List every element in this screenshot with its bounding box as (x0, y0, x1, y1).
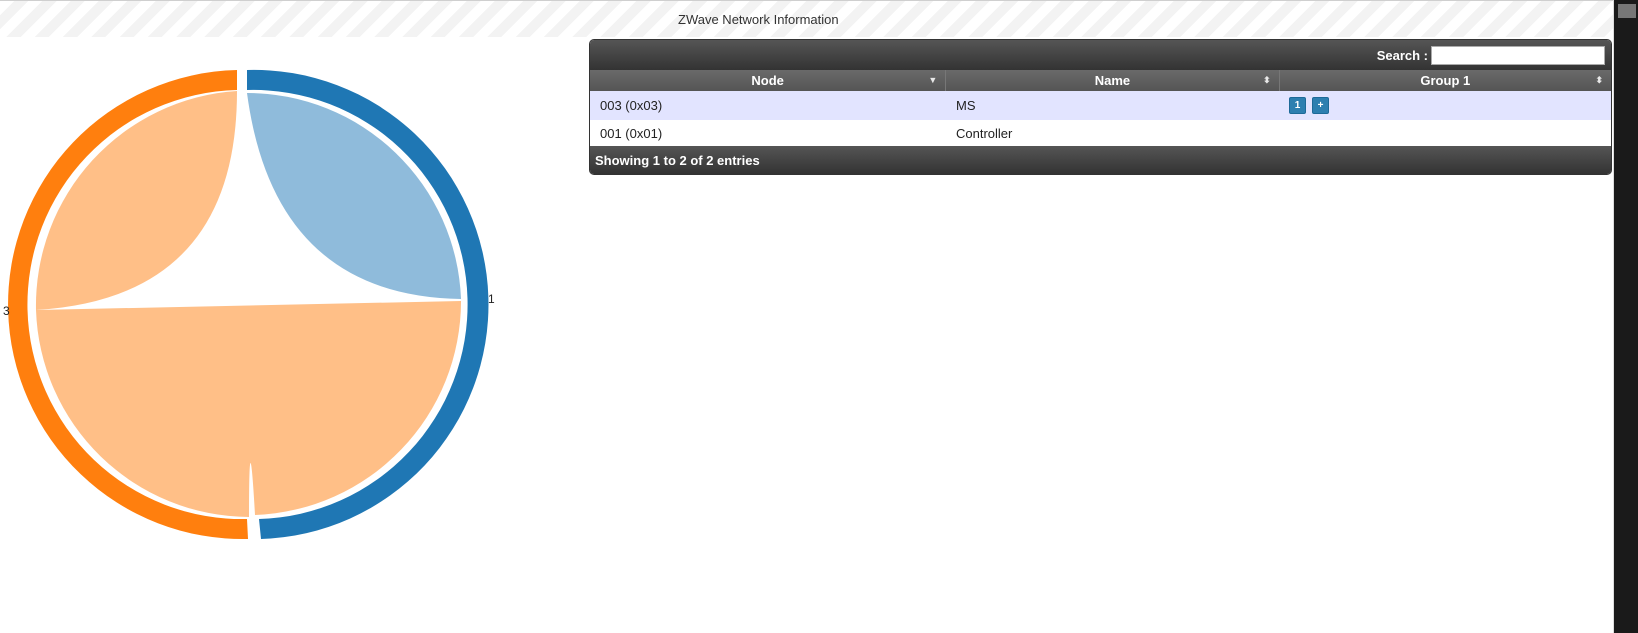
chord-diagram: 1 3 (3, 69, 495, 540)
chord-node1-self[interactable] (247, 92, 461, 300)
table-info: Showing 1 to 2 of 2 entries (590, 146, 1611, 174)
cell-name: Controller (956, 125, 1013, 141)
table-row[interactable]: 003 (0x03) MS 1 + (590, 91, 1611, 120)
column-header-label: Node (751, 73, 784, 88)
add-group-member-button[interactable]: + (1312, 97, 1329, 114)
page-scrollbar[interactable] (1613, 0, 1638, 633)
column-header-group-1[interactable]: Group 1 ⬍ (1280, 70, 1611, 91)
sort-both-icon: ⬍ (1595, 75, 1603, 85)
column-header-label: Group 1 (1420, 73, 1471, 88)
column-header-name[interactable]: Name ⬍ (946, 70, 1280, 91)
cell-name: MS (956, 98, 976, 113)
search-input[interactable] (1431, 46, 1605, 65)
chord-label-node1: 1 (488, 292, 495, 306)
cell-group-1: 1 + (1279, 97, 1611, 114)
table-header: Node ▼ Name ⬍ Group 1 ⬍ (590, 70, 1611, 91)
search-label: Search : (1376, 48, 1428, 63)
cell-node: 001 (0x01) (600, 125, 663, 141)
table-toolbar: Search : (590, 40, 1611, 70)
table-row[interactable]: 001 (0x01) Controller (590, 120, 1611, 146)
group-member-button[interactable]: 1 (1289, 97, 1306, 114)
search-box: Search : (1377, 46, 1605, 65)
page: ZWave Network Information 1 3 Search : N… (0, 0, 1638, 633)
nodes-table: Search : Node ▼ Name ⬍ Group 1 ⬍ 003 (0x… (589, 39, 1612, 175)
scrollbar-thumb[interactable] (1618, 4, 1636, 18)
chord-label-node3: 3 (3, 304, 10, 318)
page-title: ZWave Network Information (678, 12, 839, 27)
column-header-node[interactable]: Node ▼ (590, 70, 947, 91)
cell-node: 003 (0x03) (600, 98, 663, 113)
chord-node3-self[interactable] (35, 91, 237, 310)
column-header-label: Name (1094, 73, 1131, 88)
sort-both-icon: ⬍ (1263, 75, 1271, 85)
sort-desc-icon: ▼ (928, 75, 938, 85)
